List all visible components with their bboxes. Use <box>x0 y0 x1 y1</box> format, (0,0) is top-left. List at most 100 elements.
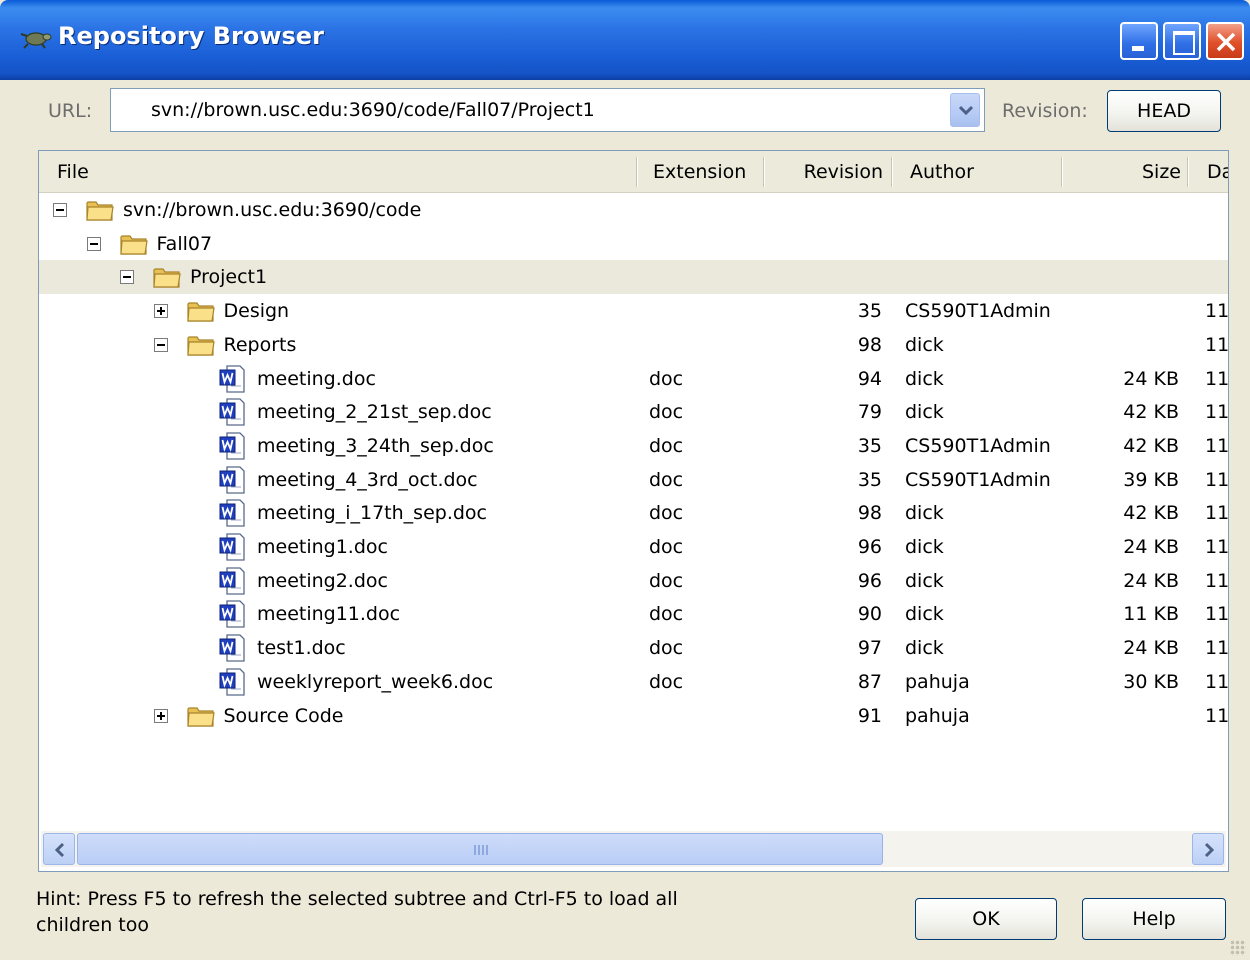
tree-row[interactable]: Source Code 91 pahuja 11 <box>39 699 1228 733</box>
file-extension: doc <box>649 434 684 457</box>
column-separator[interactable] <box>763 157 765 187</box>
file-date: 11 <box>1205 637 1229 660</box>
collapse-icon[interactable] <box>153 337 168 352</box>
chevron-right-icon <box>1204 842 1215 858</box>
tree-row[interactable]: svn://brown.usc.edu:3690/code <box>39 193 1228 227</box>
file-revision: 91 <box>857 704 882 727</box>
tree-row[interactable]: meeting1.doc doc 96 dick 24 KB 11 <box>39 530 1228 564</box>
expand-icon[interactable] <box>153 304 168 319</box>
maximize-button[interactable] <box>1163 22 1201 60</box>
file-name: weeklyreport_week6.doc <box>257 670 494 693</box>
file-date: 11 <box>1205 670 1229 693</box>
column-date[interactable]: Da <box>1207 151 1228 193</box>
collapse-icon[interactable] <box>86 236 101 251</box>
collapse-icon[interactable] <box>53 203 67 217</box>
title-bar[interactable]: Repository Browser <box>0 0 1250 80</box>
tree-row[interactable]: weeklyreport_week6.doc doc 87 pahuja 30 KB 11 <box>39 665 1229 699</box>
help-button[interactable]: Help <box>1082 898 1226 940</box>
close-icon <box>1216 32 1236 52</box>
file-extension: doc <box>649 468 684 491</box>
column-separator[interactable] <box>891 157 893 187</box>
file-author: pahuja <box>905 704 970 727</box>
file-name: Reports <box>223 333 297 356</box>
file-name: Design <box>223 300 290 323</box>
column-separator[interactable] <box>1187 157 1189 187</box>
tree-row[interactable]: Fall07 <box>39 227 1228 261</box>
file-extension: doc <box>649 502 684 525</box>
file-revision <box>779 260 882 294</box>
file-size <box>1069 193 1179 227</box>
file-revision: 98 <box>857 333 882 356</box>
tree-row[interactable]: test1.doc doc 97 dick 24 KB 11 <box>39 631 1229 665</box>
file-extension <box>649 328 759 362</box>
file-revision: 35 <box>857 434 882 457</box>
url-combobox[interactable]: svn://brown.usc.edu:3690/code/Fall07/Pro… <box>110 88 985 132</box>
tree-row[interactable]: meeting_3_24th_sep.doc doc 35 CS590T1Admin 4… <box>39 429 1229 463</box>
tree-row[interactable]: Reports 98 dick 11 <box>39 328 1228 362</box>
column-size[interactable]: Size <box>1069 151 1181 193</box>
word-document-icon <box>219 567 245 595</box>
word-document-icon <box>219 533 245 561</box>
word-document-icon <box>219 634 245 662</box>
minimize-button[interactable] <box>1120 22 1158 60</box>
file-author: dick <box>905 637 944 660</box>
file-extension <box>649 699 759 733</box>
file-extension <box>649 260 759 294</box>
tree-row[interactable]: meeting.doc doc 94 dick 24 KB 11 <box>39 362 1229 396</box>
column-separator[interactable] <box>636 157 638 187</box>
window-title: Repository Browser <box>58 22 324 50</box>
url-dropdown-button[interactable] <box>950 93 980 127</box>
revision-head-button[interactable]: HEAD <box>1107 90 1221 132</box>
file-size: 24 KB <box>1123 536 1179 558</box>
scroll-left-button[interactable] <box>43 833 75 865</box>
ok-button[interactable]: OK <box>915 898 1057 940</box>
file-revision: 94 <box>857 367 882 390</box>
file-date: 11 <box>1205 367 1229 390</box>
horizontal-scrollbar[interactable] <box>41 831 1226 867</box>
tree-row[interactable]: meeting2.doc doc 96 dick 24 KB 11 <box>39 564 1228 598</box>
tree-row[interactable]: meeting11.doc doc 90 dick 11 KB 11 <box>39 597 1228 631</box>
word-document-icon <box>219 499 245 527</box>
file-date <box>1205 260 1228 294</box>
repository-list[interactable]: File Extension Revision Author Size Da s… <box>38 150 1229 872</box>
file-date: 11 <box>1205 502 1229 525</box>
file-revision: 87 <box>857 670 882 693</box>
column-file[interactable]: File <box>57 151 617 193</box>
scroll-right-button[interactable] <box>1192 833 1224 865</box>
file-date: 11 <box>1205 434 1229 457</box>
file-revision: 90 <box>857 603 882 626</box>
file-name: Source Code <box>223 704 344 727</box>
file-author: CS590T1Admin <box>905 434 1051 457</box>
file-author: CS590T1Admin <box>905 468 1051 491</box>
file-name: meeting_3_24th_sep.doc <box>257 434 494 457</box>
scrollbar-thumb[interactable] <box>77 833 883 865</box>
tree-row[interactable]: meeting_2_21st_sep.doc doc 79 dick 42 KB 11 <box>39 395 1228 429</box>
collapse-icon[interactable] <box>120 270 134 285</box>
chevron-down-icon <box>959 105 973 116</box>
url-label: URL: <box>48 100 93 122</box>
file-size: 24 KB <box>1123 367 1179 390</box>
tree-row[interactable]: Project1 <box>39 260 1228 295</box>
file-size: 24 KB <box>1123 637 1179 660</box>
file-size <box>1069 699 1179 733</box>
file-name: meeting_4_3rd_oct.doc <box>257 468 478 491</box>
file-name: test1.doc <box>257 637 346 660</box>
tree-row[interactable]: Design 35 CS590T1Admin 11 <box>39 294 1228 328</box>
close-button[interactable] <box>1206 22 1244 60</box>
word-document-icon <box>219 432 245 460</box>
tree-row[interactable]: meeting_i_17th_sep.doc doc 98 dick 42 KB 11 <box>39 496 1229 530</box>
url-input[interactable]: svn://brown.usc.edu:3690/code/Fall07/Pro… <box>151 99 595 121</box>
file-size: 24 KB <box>1123 569 1179 592</box>
file-revision: 35 <box>857 468 882 491</box>
resize-grip-icon[interactable] <box>1230 940 1246 956</box>
tree-row[interactable]: meeting_4_3rd_oct.doc doc 35 CS590T1Admin 39… <box>39 463 1228 497</box>
file-extension: doc <box>649 637 684 660</box>
column-extension[interactable]: Extension <box>653 151 763 193</box>
file-size: 42 KB <box>1123 401 1179 424</box>
column-separator[interactable] <box>1061 157 1063 187</box>
expand-icon[interactable] <box>153 708 168 723</box>
column-author[interactable]: Author <box>910 151 1060 193</box>
column-revision[interactable]: Revision <box>779 151 883 193</box>
folder-icon <box>186 706 215 727</box>
file-date <box>1205 193 1228 227</box>
